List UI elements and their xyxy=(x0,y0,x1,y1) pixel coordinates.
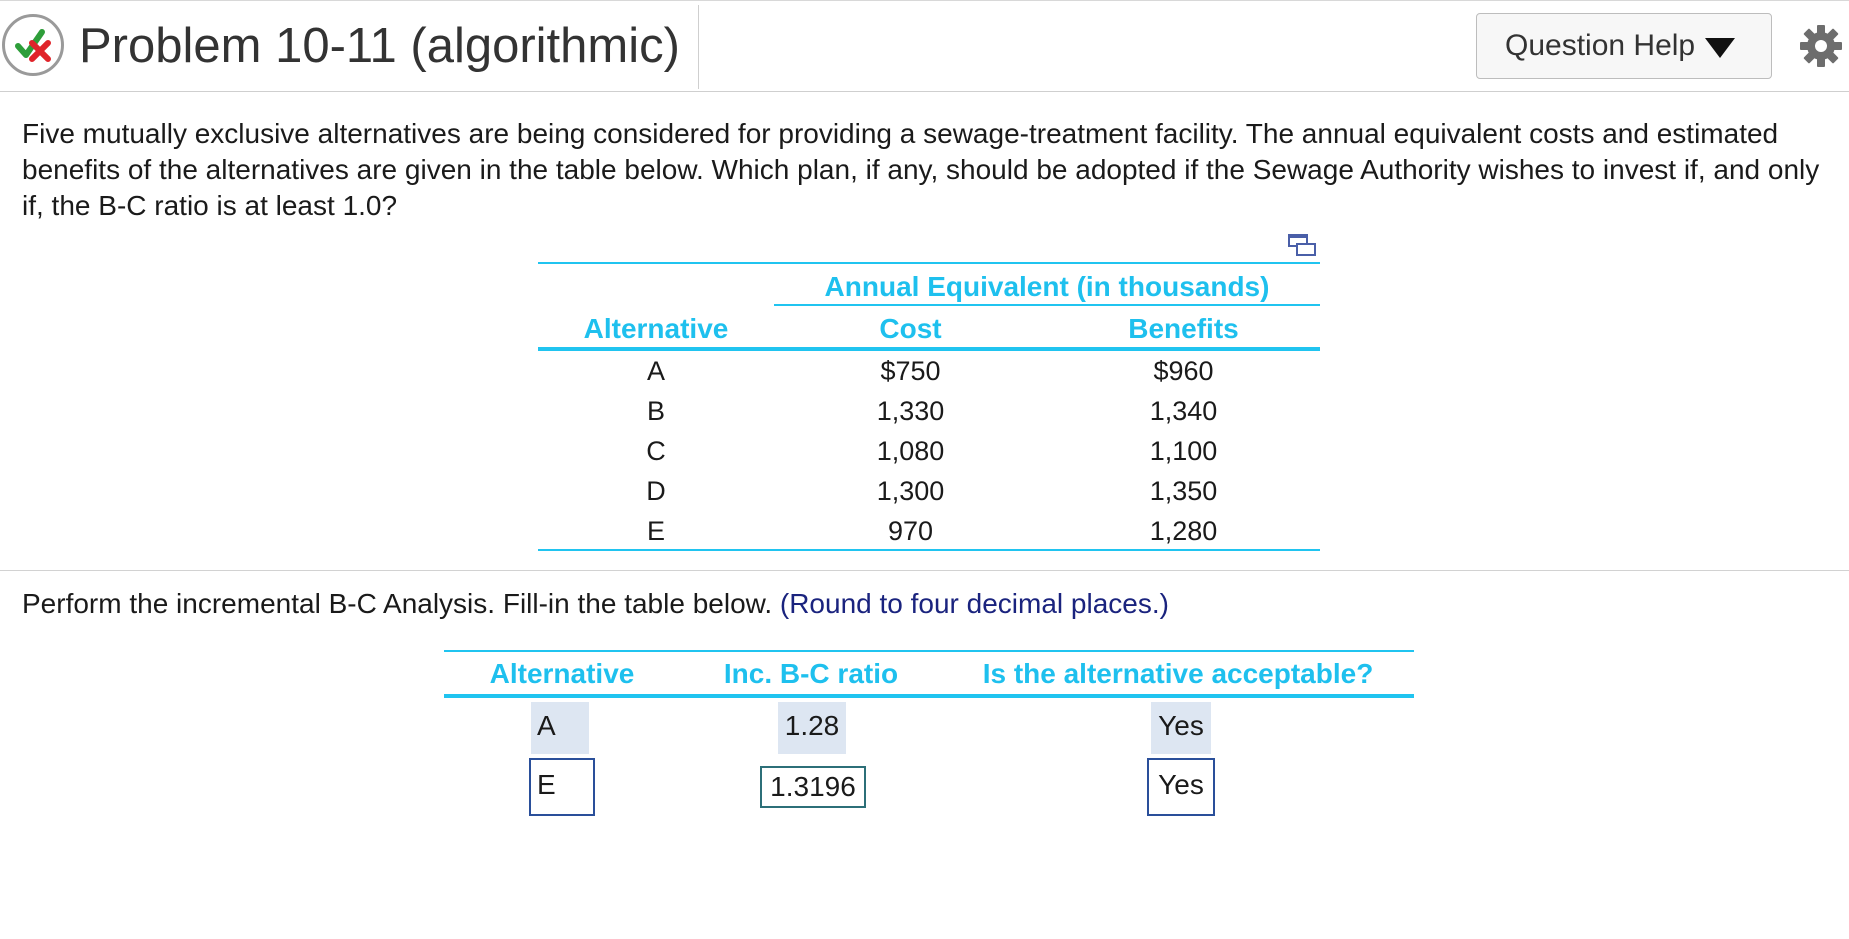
cell-benefits: $960 xyxy=(1153,356,1214,386)
cell-alternative: E xyxy=(646,516,665,546)
table-rule xyxy=(774,304,1320,306)
table-rule xyxy=(538,262,1320,264)
table-row: A $750 $960 xyxy=(538,351,1320,391)
column-header-alternative: Alternative xyxy=(489,658,635,689)
cell-cost: 1,080 xyxy=(876,436,945,466)
table-rule xyxy=(444,650,1414,652)
caret-down-icon xyxy=(1705,38,1736,58)
cell-benefits: 1,350 xyxy=(1149,476,1218,506)
group-header: Annual Equivalent (in thousands) xyxy=(824,271,1270,302)
cell-alternative: D xyxy=(646,476,666,506)
title-divider xyxy=(698,5,699,89)
ratio-input-e[interactable]: 1.3196 xyxy=(760,766,866,808)
acceptable-input-e[interactable]: Yes xyxy=(1147,758,1215,816)
cell-alternative: A xyxy=(646,356,665,386)
instruction-hint: (Round to four decimal places.) xyxy=(779,588,1169,619)
cell-benefits: 1,280 xyxy=(1149,516,1218,546)
gear-icon[interactable] xyxy=(1798,23,1844,69)
table-body: A $750 $960 B 1,330 1,340 C 1,080 1,100 … xyxy=(538,351,1320,551)
column-header-acceptable: Is the alternative acceptable? xyxy=(982,658,1374,689)
instruction-main: Perform the incremental B-C Analysis. Fi… xyxy=(22,588,773,619)
cell-cost: 1,330 xyxy=(876,396,945,426)
column-header-alternative: Alternative xyxy=(583,313,729,344)
table-rule xyxy=(444,694,1414,698)
column-header-cost: Cost xyxy=(879,313,942,344)
alternative-input-e[interactable]: E xyxy=(529,758,595,816)
answer-ratio-a: 1.28 xyxy=(778,702,846,754)
cell-benefits: 1,340 xyxy=(1149,396,1218,426)
table-row: E 970 1,280 xyxy=(538,511,1320,551)
cell-alternative: B xyxy=(646,396,665,426)
column-header-benefits: Benefits xyxy=(1128,313,1239,344)
cell-cost: 970 xyxy=(887,516,934,546)
table-rule xyxy=(538,549,1320,551)
instruction-text: Perform the incremental B-C Analysis. Fi… xyxy=(22,585,1169,623)
cell-cost: 1,300 xyxy=(876,476,945,506)
question-help-button[interactable]: Question Help xyxy=(1476,13,1772,79)
problem-statement: Five mutually exclusive alternatives are… xyxy=(22,118,1820,221)
copy-table-icon[interactable] xyxy=(1288,233,1316,257)
section-divider xyxy=(0,570,1849,571)
cell-cost: $750 xyxy=(880,356,941,386)
question-help-label: Question Help xyxy=(1505,29,1696,62)
problem-header: Problem 10-11 (algorithmic) Question Hel… xyxy=(0,0,1849,92)
answer-acceptable-a: Yes xyxy=(1151,702,1211,754)
table-row: B 1,330 1,340 xyxy=(538,391,1320,431)
page-title: Problem 10-11 (algorithmic) xyxy=(79,19,680,73)
partial-credit-icon xyxy=(2,14,64,76)
table-row: D 1,300 1,350 xyxy=(538,471,1320,511)
column-header-inc-bc-ratio: Inc. B-C ratio xyxy=(723,658,899,689)
cell-benefits: 1,100 xyxy=(1149,436,1218,466)
table-row: C 1,080 1,100 xyxy=(538,431,1320,471)
cell-alternative: C xyxy=(646,436,666,466)
answer-alternative-a: A xyxy=(531,702,589,754)
